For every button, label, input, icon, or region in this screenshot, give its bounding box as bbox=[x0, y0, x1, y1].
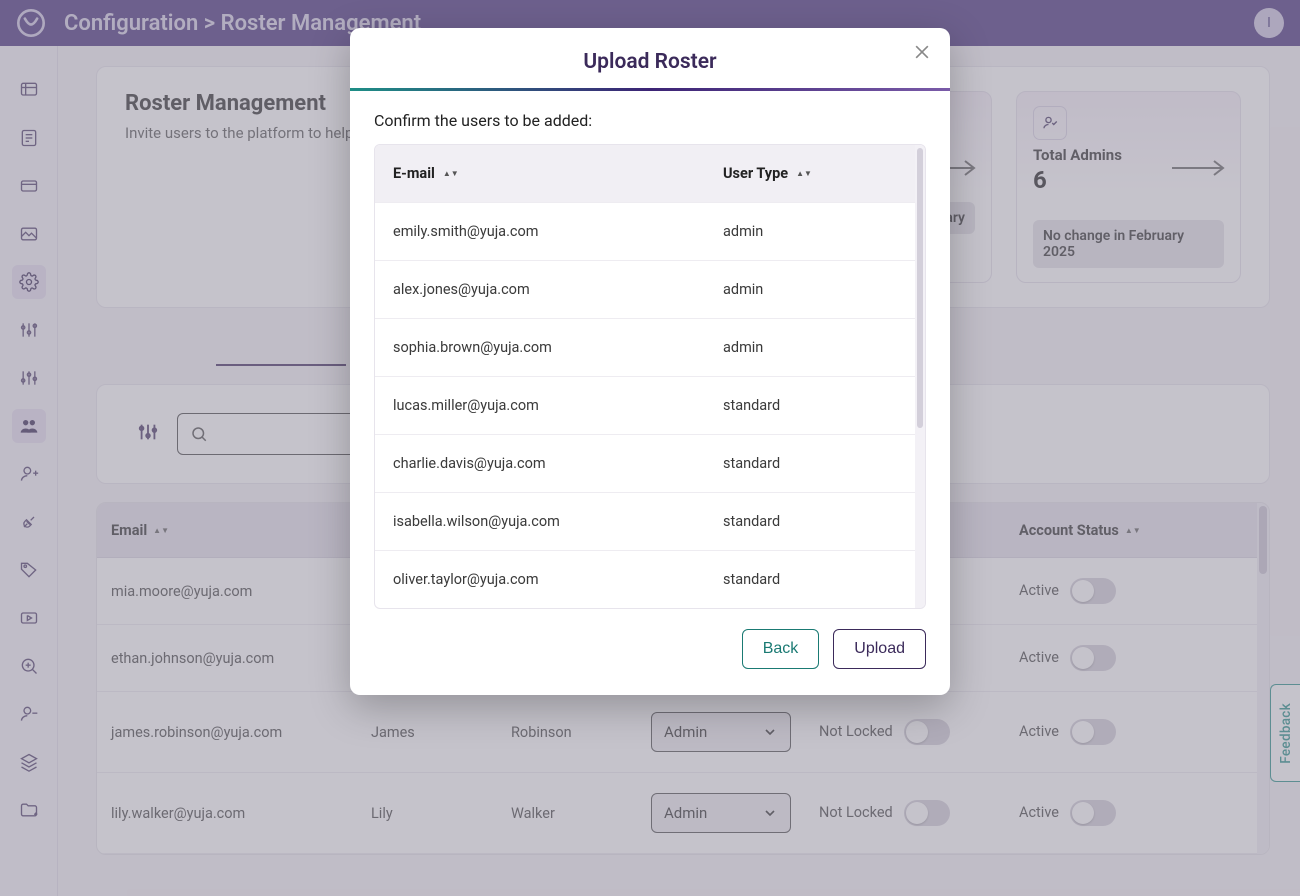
cell-email: emily.smith@yuja.com bbox=[375, 203, 705, 261]
cell-email: alex.jones@yuja.com bbox=[375, 261, 705, 319]
modal-row: sophia.brown@yuja.comadmin bbox=[375, 319, 925, 377]
cell-email: charlie.davis@yuja.com bbox=[375, 435, 705, 493]
modal-scrollbar[interactable] bbox=[915, 145, 925, 608]
modal-row: emily.smith@yuja.comadmin bbox=[375, 203, 925, 261]
upload-roster-modal: Upload Roster Confirm the users to be ad… bbox=[350, 28, 950, 695]
cell-usertype: admin bbox=[705, 203, 925, 261]
cell-usertype: admin bbox=[705, 319, 925, 377]
cell-usertype: admin bbox=[705, 261, 925, 319]
cell-email: isabella.wilson@yuja.com bbox=[375, 493, 705, 551]
modal-col-usertype[interactable]: User Type▲▼ bbox=[705, 145, 925, 203]
cell-usertype: standard bbox=[705, 493, 925, 551]
modal-row: oliver.taylor@yuja.comstandard bbox=[375, 551, 925, 609]
cell-usertype: standard bbox=[705, 435, 925, 493]
sort-icon: ▲▼ bbox=[796, 171, 812, 177]
upload-button[interactable]: Upload bbox=[833, 629, 926, 669]
sort-icon: ▲▼ bbox=[443, 171, 459, 177]
back-button[interactable]: Back bbox=[742, 629, 820, 669]
modal-subtitle: Confirm the users to be added: bbox=[350, 91, 950, 144]
cell-email: oliver.taylor@yuja.com bbox=[375, 551, 705, 609]
modal-row: lucas.miller@yuja.comstandard bbox=[375, 377, 925, 435]
modal-row: isabella.wilson@yuja.comstandard bbox=[375, 493, 925, 551]
modal-table: E-mail▲▼ User Type▲▼ emily.smith@yuja.co… bbox=[374, 144, 926, 609]
cell-email: sophia.brown@yuja.com bbox=[375, 319, 705, 377]
close-icon[interactable] bbox=[912, 42, 932, 66]
cell-usertype: standard bbox=[705, 377, 925, 435]
modal-row: charlie.davis@yuja.comstandard bbox=[375, 435, 925, 493]
modal-title: Upload Roster bbox=[350, 28, 950, 88]
modal-col-email[interactable]: E-mail▲▼ bbox=[375, 145, 705, 203]
cell-usertype: standard bbox=[705, 551, 925, 609]
cell-email: lucas.miller@yuja.com bbox=[375, 377, 705, 435]
modal-row: alex.jones@yuja.comadmin bbox=[375, 261, 925, 319]
